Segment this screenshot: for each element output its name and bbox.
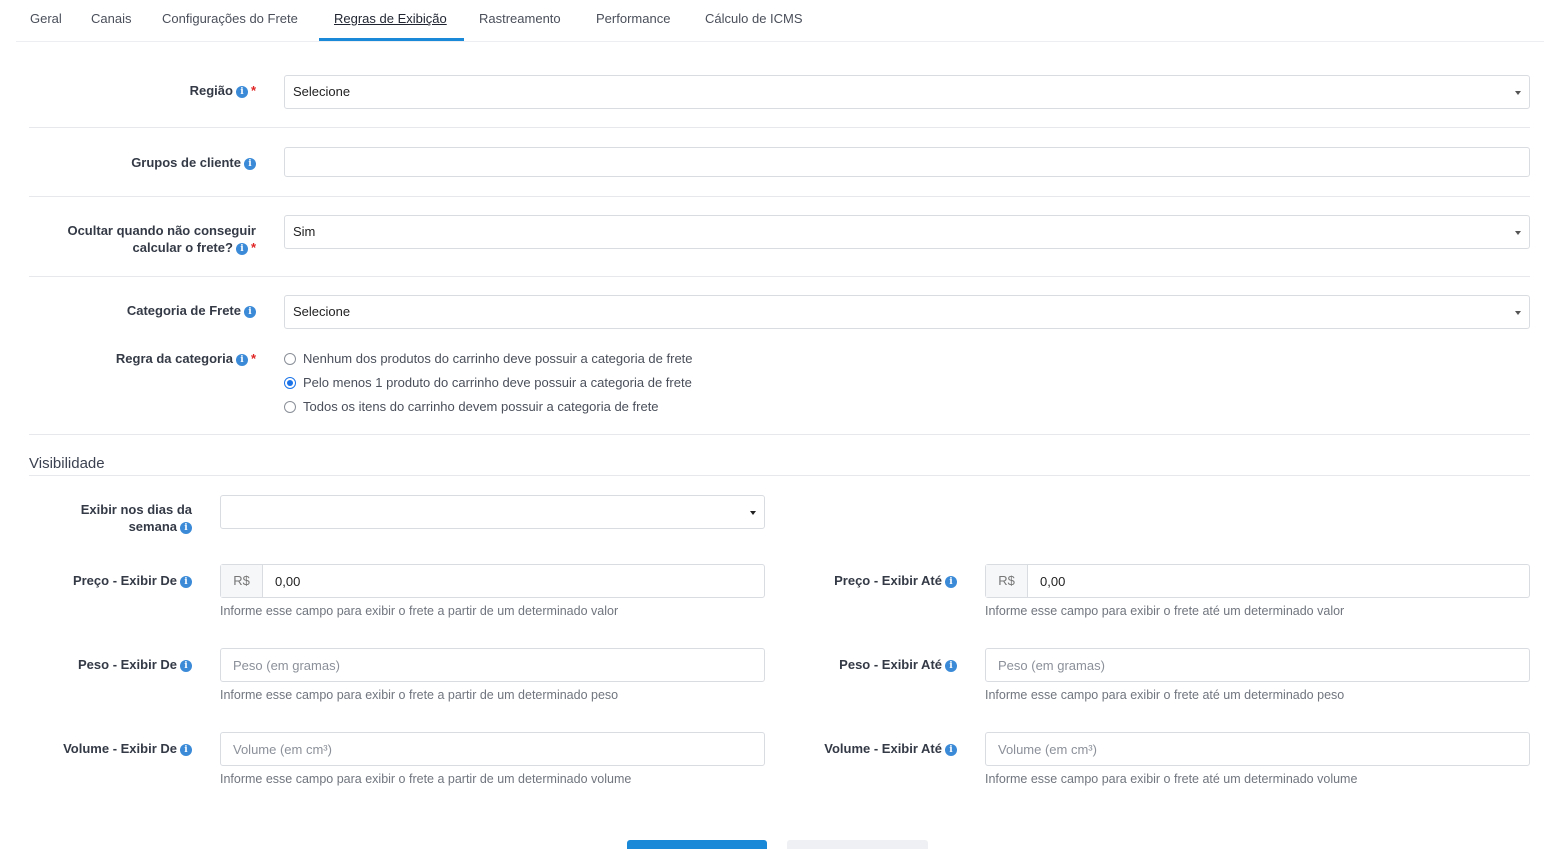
volume-de-label: Volume - Exibir De i [63, 740, 192, 757]
tab-geral[interactable]: Geral [30, 11, 62, 26]
radio-button[interactable] [284, 400, 296, 413]
radio-button-checked[interactable] [284, 376, 296, 389]
info-icon[interactable]: i [244, 158, 256, 170]
categoria-select-value: Selecione [293, 304, 351, 319]
grupos-de-cliente-input[interactable] [284, 147, 1530, 177]
categoria-label: Categoria de Frete i [127, 302, 256, 319]
regra-option-todos[interactable]: Todos os itens do carrinho devem possuir… [284, 399, 659, 414]
info-icon[interactable]: i [244, 306, 256, 318]
preco-de-input-group: R$ [220, 564, 765, 598]
regiao-select[interactable]: Selecione [284, 75, 1530, 109]
info-icon[interactable]: i [180, 576, 192, 588]
regiao-select-value: Selecione [293, 84, 351, 99]
tab-canais[interactable]: Canais [91, 11, 131, 26]
secondary-button[interactable] [787, 840, 928, 849]
info-icon[interactable]: i [235, 86, 248, 98]
caret-down-icon [1515, 311, 1521, 315]
caret-down-icon [1515, 231, 1521, 235]
active-tab-indicator [319, 38, 464, 41]
volume-de-input[interactable] [220, 732, 765, 766]
grupos-label: Grupos de cliente i [131, 154, 256, 171]
info-icon[interactable]: i [180, 522, 192, 534]
volume-ate-help: Informe esse campo para exibir o frete a… [985, 772, 1358, 786]
required-asterisk: * [250, 83, 256, 98]
primary-button[interactable] [627, 840, 767, 849]
caret-down-icon [1515, 91, 1521, 95]
info-icon[interactable]: i [235, 243, 248, 255]
peso-ate-help: Informe esse campo para exibir o frete a… [985, 688, 1345, 702]
tab-bar: Geral Canais Configurações do Frete Regr… [16, 0, 1544, 42]
ocultar-select[interactable]: Sim [284, 215, 1530, 249]
regra-option-pelo-menos-1[interactable]: Pelo menos 1 produto do carrinho deve po… [284, 375, 692, 390]
divider [29, 434, 1530, 435]
preco-de-input[interactable] [263, 565, 764, 597]
divider [29, 276, 1530, 277]
dias-semana-label: Exibir nos dias da semana i [80, 502, 192, 534]
tab-configuracoes-do-frete[interactable]: Configurações do Frete [162, 11, 298, 26]
regra-option-nenhum[interactable]: Nenhum dos produtos do carrinho deve pos… [284, 351, 693, 366]
ocultar-label: Ocultar quando não conseguir calcular o f… [67, 223, 256, 255]
tab-rastreamento[interactable]: Rastreamento [479, 11, 561, 26]
volume-de-help: Informe esse campo para exibir o frete a… [220, 772, 632, 786]
tab-regras-de-exibicao[interactable]: Regras de Exibição [334, 11, 447, 26]
tab-performance[interactable]: Performance [596, 11, 670, 26]
info-icon[interactable]: i [180, 744, 192, 756]
divider [29, 196, 1530, 197]
required-asterisk: * [250, 240, 256, 255]
peso-de-help: Informe esse campo para exibir o frete a… [220, 688, 619, 702]
tab-calculo-de-icms[interactable]: Cálculo de ICMS [705, 11, 803, 26]
info-icon[interactable]: i [945, 660, 957, 672]
ocultar-select-value: Sim [293, 224, 316, 239]
caret-down-icon [750, 511, 756, 515]
info-icon[interactable]: i [235, 354, 248, 366]
preco-ate-label: Preço - Exibir Até i [834, 572, 957, 589]
info-icon[interactable]: i [945, 576, 957, 588]
peso-de-label: Peso - Exibir De i [78, 656, 192, 673]
preco-de-help: Informe esse campo para exibir o frete a… [220, 604, 619, 618]
required-asterisk: * [250, 351, 256, 366]
section-title-visibilidade: Visibilidade [29, 455, 105, 472]
dias-semana-select[interactable] [220, 495, 765, 529]
info-icon[interactable]: i [945, 744, 957, 756]
peso-ate-input[interactable] [985, 648, 1530, 682]
currency-prefix: R$ [986, 565, 1028, 597]
peso-de-input[interactable] [220, 648, 765, 682]
preco-ate-input[interactable] [1028, 565, 1529, 597]
peso-ate-label: Peso - Exibir Até i [839, 656, 957, 673]
categoria-de-frete-select[interactable]: Selecione [284, 295, 1530, 329]
currency-prefix: R$ [221, 565, 263, 597]
regra-label: Regra da categoria i * [115, 351, 256, 366]
divider [29, 127, 1530, 128]
regiao-label: Região i * [189, 83, 256, 98]
section-divider [29, 475, 1530, 476]
radio-button[interactable] [284, 352, 296, 365]
info-icon[interactable]: i [180, 660, 192, 672]
preco-de-label: Preço - Exibir De i [73, 572, 192, 589]
preco-ate-input-group: R$ [985, 564, 1530, 598]
preco-ate-help: Informe esse campo para exibir o frete a… [985, 604, 1345, 618]
volume-ate-label: Volume - Exibir Até i [824, 740, 957, 757]
volume-ate-input[interactable] [985, 732, 1530, 766]
